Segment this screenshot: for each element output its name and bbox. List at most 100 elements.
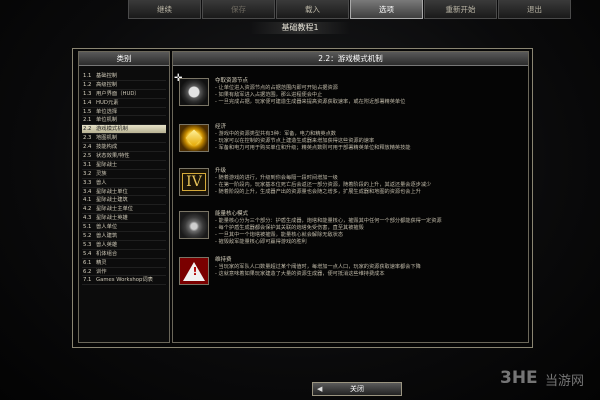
entry-title: 夺取资源节点: [215, 78, 249, 84]
entry-line: - 在第一阶段内，玩家基本位死亡后会返还一部分资源，随着阶段的上升，其返还量会逐…: [215, 182, 432, 188]
exclamation-icon: !: [192, 265, 198, 278]
category-label: 用户界面（HUD）: [96, 90, 140, 97]
category-item[interactable]: 3.4 星际战士单位: [82, 188, 166, 197]
tab-continue[interactable]: 继续: [128, 0, 201, 19]
category-number: 5.2: [83, 233, 92, 240]
category-number: 2.1: [83, 117, 92, 124]
entry-title: 经济: [215, 124, 227, 130]
tab-save[interactable]: 保存: [202, 0, 275, 19]
content-panel: 2.2：游戏模式机制 ✛ 夺取资源节点 - 让单位进入资源节点的占据范围内即可开…: [172, 51, 529, 343]
category-label: 星际战士单位: [96, 188, 128, 195]
category-item[interactable]: 2.1 单位机制: [82, 116, 166, 126]
category-number: 3.4: [83, 188, 92, 195]
category-number: 7.1: [83, 277, 92, 284]
entry-line: - 摧毁敌军能量核心即可赢得游戏的胜利: [215, 239, 307, 245]
category-item[interactable]: 1.1 基础控制: [82, 72, 166, 81]
tab-options[interactable]: 选项: [350, 0, 423, 19]
category-number: 4.1: [83, 197, 92, 204]
close-button[interactable]: ◀ 关闭: [312, 382, 402, 396]
plus-icon: ✛: [174, 73, 183, 84]
category-item[interactable]: 4.2 星际战士主单位: [82, 205, 166, 215]
category-label: 机体组合: [96, 250, 118, 257]
category-item[interactable]: 1.5 单位选择: [82, 108, 166, 117]
category-label: 星际战士建筑: [96, 197, 128, 204]
category-item[interactable]: 2.3 地图机制: [82, 134, 166, 144]
tab-restart[interactable]: 重新开始: [424, 0, 497, 19]
category-item[interactable]: 1.3 用户界面（HUD）: [82, 90, 166, 99]
category-item[interactable]: 3.2 灵族: [82, 170, 166, 179]
tab-quit[interactable]: 退出: [498, 0, 571, 19]
category-label: 单位机制: [96, 117, 118, 124]
entry-title: 能量核心模式: [215, 211, 249, 217]
category-item[interactable]: 5.1 兽人单位: [82, 223, 166, 233]
category-number: 2.4: [83, 144, 92, 151]
category-number: 2.2: [83, 126, 92, 133]
back-arrow-icon: ◀: [317, 385, 323, 393]
content-header: 2.2：游戏模式机制: [173, 52, 528, 66]
resource-point-icon: ✛: [174, 73, 209, 106]
category-item[interactable]: 5.2 兽人建筑: [82, 232, 166, 241]
category-item[interactable]: 3.3 兽人: [82, 179, 166, 188]
category-label: Games Workshop词表: [96, 277, 153, 284]
category-number: 3.3: [83, 179, 92, 186]
category-number: 1.1: [83, 73, 92, 79]
category-header: 类别: [79, 52, 169, 66]
watermark-logo: 3HE: [500, 368, 538, 388]
category-item[interactable]: 2.5 状态效果/特性: [82, 152, 166, 161]
entry-line: - 能量核心分为三个部分：护盾生成器，炮塔和能量核心，摧毁其中任何一个部分都能获…: [215, 218, 442, 224]
entry-line: - 玩家可以在控制的资源节点上建造生成器来增加获得这些资源的速率: [215, 138, 375, 144]
category-item[interactable]: 3.1 星际战士: [82, 161, 166, 170]
category-number: 6.1: [83, 259, 92, 266]
category-number: 5.1: [83, 224, 92, 231]
page-title: 基础教程1: [281, 23, 319, 32]
category-item[interactable]: 6.2 训作: [82, 268, 166, 277]
entry-line: - 一旦完成占据，玩家便可建造生成器来提高资源获取速率，或在附近部署精英单位: [215, 99, 406, 105]
category-label: 灵族: [96, 170, 107, 177]
category-item[interactable]: 6.1 精灵: [82, 259, 166, 268]
category-number: 5.3: [83, 241, 92, 248]
watermark-text: 当游网: [545, 374, 585, 389]
category-number: 4.2: [83, 206, 92, 213]
entry-line: - 让单位进入资源节点的占据范围内即可开始占据资源: [215, 85, 338, 91]
category-label: 基础控制: [96, 73, 118, 79]
category-item[interactable]: 5.3 兽人英雄: [82, 241, 166, 250]
entry-line: - 如果有敌军进入占据范围，那么进程便会中止: [215, 92, 323, 98]
category-number: 1.2: [83, 81, 92, 88]
entry-title: 维持费: [215, 257, 232, 263]
upgrade-icon: IV: [179, 168, 209, 196]
category-list: 1.1 基础控制 1.2 高级控制 1.3 用户界面（HUD） 1.4 HUD元素 1.5 单位选…: [79, 66, 169, 286]
category-label: 兽人单位: [96, 224, 118, 231]
category-label: 星际战士英雄: [96, 215, 128, 222]
category-item[interactable]: 1.2 高级控制: [82, 81, 166, 90]
category-number: 1.4: [83, 99, 92, 106]
category-label: 状态效果/特性: [96, 153, 130, 160]
category-panel: 类别 1.1 基础控制 1.2 高级控制 1.3 用户界面（HUD） 1.4 HUD元素 1.5…: [78, 51, 170, 343]
category-number: 3.2: [83, 170, 92, 177]
category-item[interactable]: 5.4 机体组合: [82, 250, 166, 259]
entry-title: 升级: [215, 168, 227, 174]
category-label: 星际战士主单位: [96, 206, 134, 213]
category-label: 兽人: [96, 179, 107, 186]
category-item[interactable]: 1.4 HUD元素: [82, 99, 166, 108]
category-label: 技能构成: [96, 144, 118, 151]
tab-load[interactable]: 载入: [276, 0, 349, 19]
category-label: 地图机制: [96, 135, 118, 142]
category-item[interactable]: 4.3 星际战士英雄: [82, 214, 166, 224]
entry-line: - 随着游戏的进行，升级到你会每隔一段时间增加一级: [215, 175, 338, 181]
entry-line: - 一旦其中一个炮塔被摧毁，能量核心就会解除无敌状态: [215, 232, 344, 238]
entry-line: - 军备和电力可用于购买单位和升级；精英点数则可用于部署精英单位和释放精英技能: [215, 145, 411, 151]
close-button-label: 关闭: [350, 385, 364, 393]
entry-line: - 随着阶段的上升，生成器产出的资源量也会随之增多，扩展生成器和地图的资源也会上…: [215, 189, 421, 195]
entry-line: - 当玩家的军队人口数量超过某个阈值时，每增加一点人口，玩家的资源获取速率都会下…: [215, 264, 421, 270]
category-item[interactable]: 4.1 星际战士建筑: [82, 196, 166, 206]
category-item[interactable]: 2.2 游戏模式机制: [82, 125, 166, 135]
category-number: 4.3: [83, 215, 92, 222]
category-label: HUD元素: [96, 99, 119, 106]
category-number: 2.3: [83, 135, 92, 142]
category-label: 星际战士: [96, 161, 118, 168]
power-core-icon: [179, 211, 209, 239]
category-label: 精灵: [96, 259, 107, 266]
category-item[interactable]: 2.4 技能构成: [82, 143, 166, 153]
category-item[interactable]: 7.1 Games Workshop词表: [82, 276, 166, 286]
category-number: 1.3: [83, 90, 92, 97]
